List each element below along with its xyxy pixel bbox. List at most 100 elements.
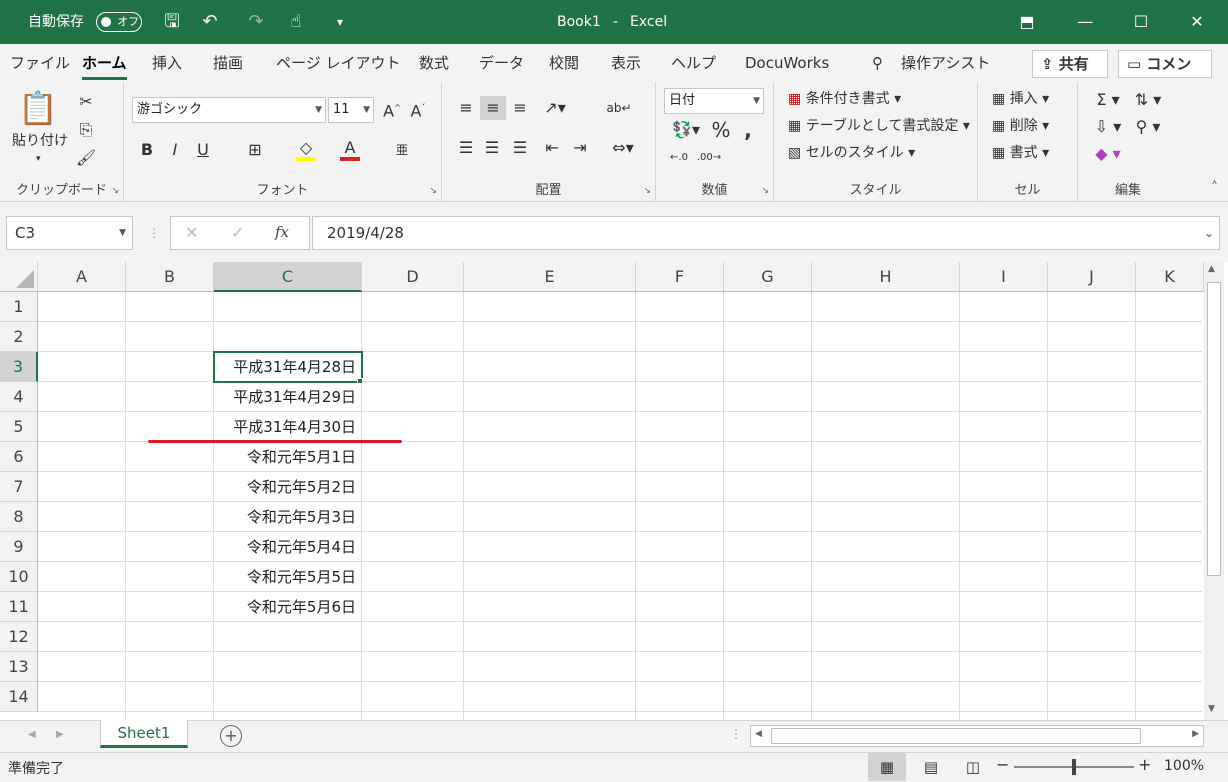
row-header-3[interactable]: 3: [0, 352, 38, 382]
splitter-icon[interactable]: ⋮: [148, 226, 160, 240]
scroll-up-icon[interactable]: ▲: [1208, 264, 1215, 274]
merge-center-icon[interactable]: ⇔▾: [606, 136, 640, 160]
font-size-select[interactable]: 11 ▼: [328, 97, 374, 123]
cut-icon[interactable]: ✂: [74, 90, 98, 114]
row-header-4[interactable]: 4: [0, 382, 38, 412]
row-header-11[interactable]: 11: [0, 592, 38, 622]
customize-qat-icon[interactable]: ▾: [328, 10, 352, 34]
column-header-j[interactable]: J: [1048, 262, 1136, 292]
delete-cells-button[interactable]: ▦ 削除 ▾: [992, 115, 1049, 137]
row-header-6[interactable]: 6: [0, 442, 38, 472]
increase-indent-icon[interactable]: ⇥: [568, 136, 592, 160]
zoom-slider[interactable]: [1014, 759, 1134, 775]
undo-icon[interactable]: ↶: [198, 10, 222, 34]
tab-page-layout[interactable]: ページ レイアウト: [276, 52, 400, 74]
number-launcher-icon[interactable]: ↘: [761, 186, 769, 196]
wrap-text-icon[interactable]: ab↵: [606, 96, 632, 120]
row-header-9[interactable]: 9: [0, 532, 38, 562]
collapse-ribbon-icon[interactable]: ˄: [1211, 180, 1218, 196]
align-left-icon[interactable]: ☰: [454, 136, 478, 160]
row-header-8[interactable]: 8: [0, 502, 38, 532]
borders-icon[interactable]: ⊞: [244, 138, 266, 162]
comma-style-button[interactable]: ,: [738, 118, 758, 142]
cell-c8[interactable]: 令和元年5月3日: [214, 502, 362, 532]
tab-review[interactable]: 校閲: [549, 52, 579, 74]
underline-button[interactable]: U: [192, 138, 214, 162]
copy-icon[interactable]: ⎘: [74, 118, 98, 142]
next-sheet-icon[interactable]: ▶: [56, 729, 64, 740]
tab-home[interactable]: ホーム: [82, 52, 127, 80]
prev-sheet-icon[interactable]: ◀: [28, 729, 36, 740]
tab-view[interactable]: 表示: [611, 52, 641, 74]
search-icon[interactable]: ⚲: [872, 52, 883, 74]
row-header-13[interactable]: 13: [0, 652, 38, 682]
formula-input[interactable]: 2019/4/28: [312, 216, 1220, 250]
format-painter-icon[interactable]: 🖌: [74, 146, 98, 170]
cell-c7[interactable]: 令和元年5月2日: [214, 472, 362, 502]
paste-dropdown-icon[interactable]: ▾: [36, 148, 41, 170]
insert-function-button[interactable]: fx: [275, 223, 289, 241]
tab-help[interactable]: ヘルプ: [671, 52, 716, 74]
column-header-i[interactable]: I: [960, 262, 1048, 292]
row-header-14[interactable]: 14: [0, 682, 38, 712]
number-format-select[interactable]: 日付 ▼: [664, 88, 764, 114]
clear-icon[interactable]: ◆ ▾: [1088, 142, 1128, 166]
cell-c11[interactable]: 令和元年5月6日: [214, 592, 362, 622]
autosum-icon[interactable]: Σ ▾: [1088, 88, 1128, 112]
font-launcher-icon[interactable]: ↘: [429, 186, 437, 196]
tab-insert[interactable]: 挿入: [152, 52, 182, 74]
bold-button[interactable]: B: [136, 138, 158, 162]
vertical-scrollbar[interactable]: ▲ ▼: [1204, 262, 1224, 720]
row-header-1[interactable]: 1: [0, 292, 38, 322]
clipboard-launcher-icon[interactable]: ↘: [111, 186, 119, 196]
zoom-out-icon[interactable]: −: [996, 755, 1009, 774]
cancel-icon[interactable]: ✕: [185, 223, 198, 242]
grow-font-icon[interactable]: A^: [380, 96, 404, 123]
accounting-format-icon[interactable]: 💱▾: [666, 118, 706, 142]
vertical-scroll-thumb[interactable]: [1207, 282, 1221, 576]
find-select-icon[interactable]: ⚲ ▾: [1128, 115, 1168, 139]
decrease-decimal-icon[interactable]: .00→: [696, 146, 722, 170]
comments-button[interactable]: ▭ コメント: [1118, 50, 1212, 99]
cell-c9[interactable]: 令和元年5月4日: [214, 532, 362, 562]
spreadsheet-grid[interactable]: A B C D E F G H I J K 1 2 3 4 5 6 7 8 9 …: [0, 262, 1228, 720]
tab-data[interactable]: データ: [479, 52, 524, 74]
fill-icon[interactable]: ⇩ ▾: [1088, 115, 1128, 139]
fill-handle[interactable]: [357, 378, 363, 384]
cell-styles-button[interactable]: ▧ セルのスタイル ▾: [788, 142, 915, 164]
tab-draw[interactable]: 描画: [213, 52, 243, 74]
new-sheet-icon[interactable]: +: [220, 725, 242, 747]
column-header-f[interactable]: F: [636, 262, 724, 292]
touch-mode-icon[interactable]: ☝: [284, 10, 308, 34]
column-header-h[interactable]: H: [812, 262, 960, 292]
redo-icon[interactable]: ↷: [244, 10, 268, 34]
conditional-formatting-button[interactable]: ▦ 条件付き書式 ▾: [788, 88, 901, 110]
orientation-icon[interactable]: ↗▾: [540, 96, 570, 120]
row-header-10[interactable]: 10: [0, 562, 38, 592]
scroll-down-icon[interactable]: ▼: [1208, 704, 1215, 714]
increase-decimal-icon[interactable]: ←.0: [666, 146, 692, 170]
percent-button[interactable]: %: [710, 118, 732, 142]
tab-splitter-icon[interactable]: ⋮: [730, 727, 742, 741]
zoom-level[interactable]: 100%: [1164, 758, 1204, 774]
cell-c10[interactable]: 令和元年5月5日: [214, 562, 362, 592]
row-header-5[interactable]: 5: [0, 412, 38, 442]
tab-docuworks[interactable]: DocuWorks: [745, 52, 829, 74]
tab-file[interactable]: ファイル: [10, 52, 70, 74]
minimize-button[interactable]: —: [1060, 0, 1110, 44]
cell-c5[interactable]: 平成31年4月30日: [214, 412, 362, 442]
row-header-12[interactable]: 12: [0, 622, 38, 652]
maximize-button[interactable]: ☐: [1116, 0, 1166, 44]
name-box[interactable]: C3 ▼: [6, 216, 133, 250]
horizontal-scroll-thumb[interactable]: [771, 728, 1141, 744]
column-header-k[interactable]: K: [1136, 262, 1204, 292]
ribbon-display-icon[interactable]: ⬒: [1002, 0, 1052, 44]
shrink-font-icon[interactable]: Aˇ: [406, 96, 430, 123]
row-header-7[interactable]: 7: [0, 472, 38, 502]
scroll-right-icon[interactable]: ▶: [1192, 729, 1199, 739]
column-header-c[interactable]: C: [214, 262, 362, 292]
row-header-2[interactable]: 2: [0, 322, 38, 352]
align-right-icon[interactable]: ☰: [508, 136, 532, 160]
share-button[interactable]: ⇪ 共有: [1032, 50, 1108, 78]
column-header-g[interactable]: G: [724, 262, 812, 292]
